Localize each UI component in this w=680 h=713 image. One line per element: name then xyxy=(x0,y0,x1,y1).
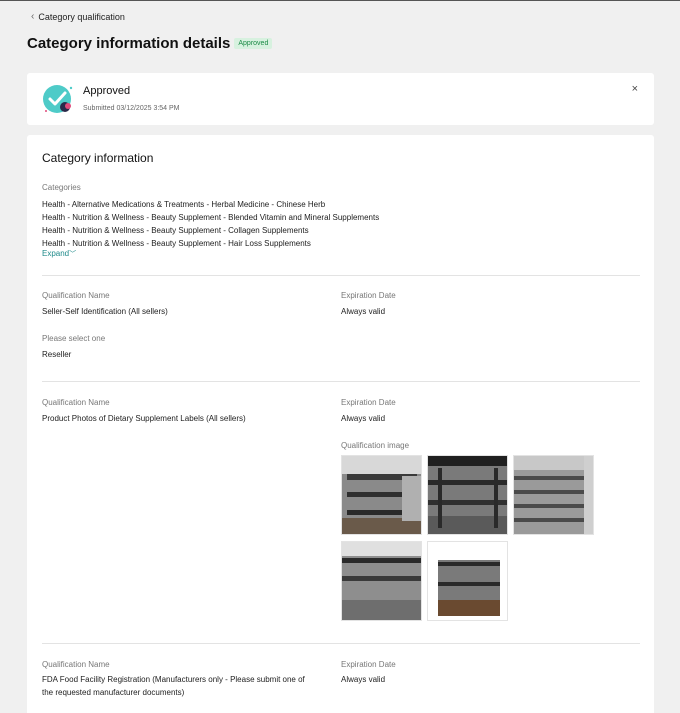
category-item: Health - Nutrition & Wellness - Beauty S… xyxy=(42,226,309,235)
expand-link[interactable]: Expand﹀ xyxy=(42,249,76,259)
image-placeholder xyxy=(514,456,593,534)
qualification-name-line: FDA Food Facility Registration (Manufact… xyxy=(42,675,305,684)
divider xyxy=(42,275,640,276)
categories-list: Health - Alternative Medications & Treat… xyxy=(42,198,379,250)
divider xyxy=(42,643,640,644)
qualification-image-thumbnail[interactable] xyxy=(427,541,508,621)
expand-label: Expand xyxy=(42,249,70,258)
image-placeholder xyxy=(342,456,421,534)
select-value: Reseller xyxy=(42,350,72,359)
divider xyxy=(42,381,640,382)
qualification-name-label: Qualification Name xyxy=(42,398,110,407)
category-info-card: Category information Categories Health -… xyxy=(27,135,654,713)
expiration-date: Always valid xyxy=(341,414,386,423)
image-placeholder xyxy=(428,456,507,534)
qualification-name-line: the requested manufacturer documents) xyxy=(42,688,185,697)
qualification-name-label: Qualification Name xyxy=(42,660,110,669)
qualification-image-thumbnail[interactable] xyxy=(427,455,508,535)
category-item: Health - Nutrition & Wellness - Beauty S… xyxy=(42,213,380,222)
select-label: Please select one xyxy=(42,334,106,343)
status-badge: Approved xyxy=(234,38,273,49)
section-title: Category information xyxy=(42,151,154,165)
qualification-image-thumbnail[interactable] xyxy=(341,541,422,621)
back-link[interactable]: ‹ Category qualification xyxy=(31,11,125,22)
chevron-left-icon: ‹ xyxy=(31,11,35,22)
expiration-date-label: Expiration Date xyxy=(341,291,396,300)
back-link-label: Category qualification xyxy=(38,11,125,22)
expiration-date-label: Expiration Date xyxy=(341,660,396,669)
qualification-image-label: Qualification image xyxy=(341,441,410,450)
categories-label: Categories xyxy=(42,183,81,192)
close-icon[interactable]: × xyxy=(632,83,638,95)
qualification-name: Seller-Self Identification (All sellers) xyxy=(42,307,168,316)
chevron-down-icon: ﹀ xyxy=(69,251,77,258)
image-placeholder xyxy=(342,542,421,620)
category-item: Health - Nutrition & Wellness - Beauty S… xyxy=(42,239,311,248)
qualification-image-thumbnail[interactable] xyxy=(513,455,594,535)
title-row: Category information details Approved xyxy=(27,35,273,52)
status-title: Approved xyxy=(83,85,131,97)
status-card: Approved Submitted 03/12/2025 3:54 PM × xyxy=(27,73,654,125)
expiration-date: Always valid xyxy=(341,675,386,684)
page-title: Category information details xyxy=(27,35,231,52)
qualification-image-thumbnail[interactable] xyxy=(341,455,422,535)
qualification-name-label: Qualification Name xyxy=(42,291,110,300)
approved-check-icon xyxy=(43,85,73,113)
expiration-date-label: Expiration Date xyxy=(341,398,396,407)
submitted-timestamp: Submitted 03/12/2025 3:54 PM xyxy=(83,105,180,112)
image-placeholder xyxy=(428,542,507,620)
qualification-name: FDA Food Facility Registration (Manufact… xyxy=(42,673,332,699)
qualification-name: Product Photos of Dietary Supplement Lab… xyxy=(42,414,246,423)
expiration-date: Always valid xyxy=(341,307,386,316)
category-item: Health - Alternative Medications & Treat… xyxy=(42,200,326,209)
